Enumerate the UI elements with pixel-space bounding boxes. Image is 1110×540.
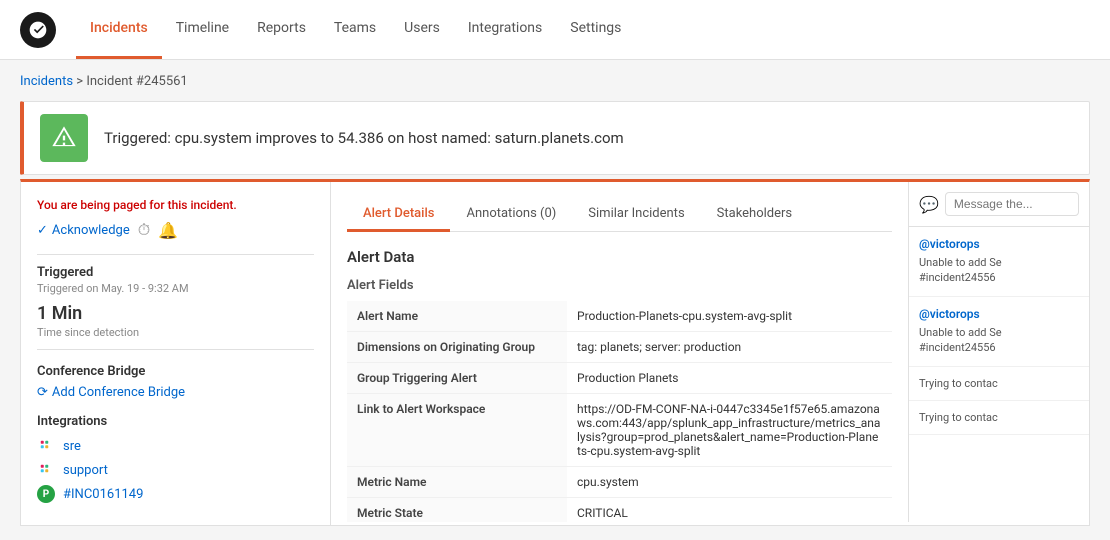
add-conference-label: Add Conference Bridge xyxy=(52,385,185,400)
chat-user-1: @victorops xyxy=(919,237,1079,251)
tab-stakeholders[interactable]: Stakeholders xyxy=(701,198,808,232)
triggered-label: Triggered xyxy=(37,265,314,280)
add-conference-bridge-button[interactable]: ⟳ Add Conference Bridge xyxy=(37,385,314,400)
integration-inc: P #INC0161149 xyxy=(37,485,314,503)
field-label: Link to Alert Workspace xyxy=(347,394,567,467)
main-content: Incidents > Incident #245561 Triggered: … xyxy=(0,60,1110,540)
alert-icon xyxy=(50,124,78,152)
breadcrumb-separator: > xyxy=(76,74,86,89)
nav-item-teams[interactable]: Teams xyxy=(320,0,390,59)
nav-item-settings[interactable]: Settings xyxy=(556,0,635,59)
message-input[interactable] xyxy=(945,192,1079,216)
incident-header: Triggered: cpu.system improves to 54.386… xyxy=(20,101,1090,175)
integration-support: support xyxy=(37,461,314,479)
alert-data-table: Alert Name Production-Planets-cpu.system… xyxy=(347,301,892,522)
integration-support-link[interactable]: support xyxy=(63,463,108,478)
integrations-title: Integrations xyxy=(37,414,314,429)
triggered-sub: Triggered on May. 19 - 9:32 AM xyxy=(37,282,314,295)
conf-icon: ⟳ xyxy=(37,385,48,400)
trying-item-1: Trying to contac xyxy=(909,367,1089,401)
main-nav: Incidents Timeline Reports Teams Users I… xyxy=(76,0,635,59)
tab-alert-details[interactable]: Alert Details xyxy=(347,198,450,232)
trying-item-2: Trying to contac xyxy=(909,401,1089,435)
table-row: Alert Name Production-Planets-cpu.system… xyxy=(347,301,892,332)
acknowledge-label: Acknowledge xyxy=(52,223,130,238)
message-input-row: 💬 xyxy=(909,182,1089,227)
divider-1 xyxy=(37,254,314,255)
acknowledge-button[interactable]: ✓ Acknowledge xyxy=(37,223,130,238)
header: Incidents Timeline Reports Teams Users I… xyxy=(0,0,1110,60)
table-row: Metric State CRITICAL xyxy=(347,498,892,523)
right-panel: 💬 @victorops Unable to add Se #incident2… xyxy=(909,182,1089,522)
alert-fields-title: Alert Fields xyxy=(347,278,892,293)
ack-row: ✓ Acknowledge ⏱ 🔔 xyxy=(37,220,314,240)
table-row: Metric Name cpu.system xyxy=(347,467,892,498)
incident-title: Triggered: cpu.system improves to 54.386… xyxy=(104,129,624,147)
field-value: tag: planets; server: production xyxy=(567,332,892,363)
field-label: Metric Name xyxy=(347,467,567,498)
nav-item-users[interactable]: Users xyxy=(390,0,454,59)
chat-text-1: Unable to add Se #incident24556 xyxy=(919,255,1079,286)
tab-similar-incidents[interactable]: Similar Incidents xyxy=(572,198,700,232)
check-icon: ✓ xyxy=(37,223,48,238)
content-layout: You are being paged for this incident. ✓… xyxy=(20,179,1090,526)
field-value: CRITICAL xyxy=(567,498,892,523)
chat-user-2: @victorops xyxy=(919,307,1079,321)
chat-icon: 💬 xyxy=(919,195,939,214)
tab-annotations[interactable]: Annotations (0) xyxy=(450,198,572,232)
center-panel: Alert Details Annotations (0) Similar In… xyxy=(331,182,909,522)
chat-text-2: Unable to add Se #incident24556 xyxy=(919,325,1079,356)
integration-inc-link[interactable]: #INC0161149 xyxy=(63,487,143,502)
alert-data-title: Alert Data xyxy=(347,248,892,266)
field-label: Metric State xyxy=(347,498,567,523)
slack-icon-support xyxy=(37,461,55,479)
field-label: Dimensions on Originating Group xyxy=(347,332,567,363)
table-row: Group Triggering Alert Production Planet… xyxy=(347,363,892,394)
divider-2 xyxy=(37,349,314,350)
table-row: Dimensions on Originating Group tag: pla… xyxy=(347,332,892,363)
left-panel: You are being paged for this incident. ✓… xyxy=(21,182,331,525)
nav-item-integrations[interactable]: Integrations xyxy=(454,0,556,59)
tabs: Alert Details Annotations (0) Similar In… xyxy=(347,198,892,232)
breadcrumb-incidents-link[interactable]: Incidents xyxy=(20,74,73,89)
breadcrumb: Incidents > Incident #245561 xyxy=(20,74,1090,89)
field-label: Alert Name xyxy=(347,301,567,332)
alert-icon-btn[interactable]: 🔔 xyxy=(158,221,178,240)
chat-item-2: @victorops Unable to add Se #incident245… xyxy=(909,297,1089,367)
slack-icon-sre xyxy=(37,437,55,455)
snooze-icon[interactable]: ⏱ xyxy=(138,220,150,240)
pagerduty-icon: P xyxy=(37,485,55,503)
trying-text-1: Trying to contac xyxy=(919,377,1079,390)
time-label: Time since detection xyxy=(37,326,314,339)
nav-item-timeline[interactable]: Timeline xyxy=(162,0,243,59)
field-value: Production-Planets-cpu.system-avg-split xyxy=(567,301,892,332)
logo xyxy=(20,12,56,48)
logo-icon xyxy=(28,20,48,40)
breadcrumb-current: Incident #245561 xyxy=(86,74,187,89)
table-row: Link to Alert Workspace https://OD-FM-CO… xyxy=(347,394,892,467)
time-value: 1 Min xyxy=(37,303,314,324)
field-label: Group Triggering Alert xyxy=(347,363,567,394)
integration-sre: sre xyxy=(37,437,314,455)
paged-notice: You are being paged for this incident. xyxy=(37,198,314,212)
incident-icon xyxy=(40,114,88,162)
integration-sre-link[interactable]: sre xyxy=(63,439,81,454)
field-value: cpu.system xyxy=(567,467,892,498)
nav-item-incidents[interactable]: Incidents xyxy=(76,0,162,59)
chat-item-1: @victorops Unable to add Se #incident245… xyxy=(909,227,1089,297)
field-value-link[interactable]: https://OD-FM-CONF-NA-i-0447c3345e1f57e6… xyxy=(567,394,892,467)
conference-bridge-title: Conference Bridge xyxy=(37,364,314,379)
trying-text-2: Trying to contac xyxy=(919,411,1079,424)
nav-item-reports[interactable]: Reports xyxy=(243,0,320,59)
field-value: Production Planets xyxy=(567,363,892,394)
